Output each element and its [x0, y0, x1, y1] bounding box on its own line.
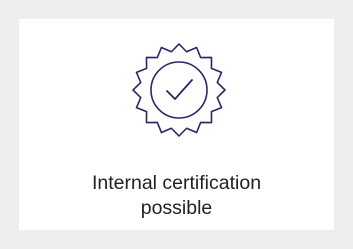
certificate-badge-icon	[129, 40, 229, 140]
caption-line-1: Internal certification	[91, 172, 262, 194]
checkmark-icon	[166, 79, 193, 100]
certificate-badge-icon-graphic	[132, 43, 226, 137]
rosette-outline	[132, 43, 226, 137]
feature-card: Internal certification possible	[19, 19, 334, 230]
page-background: Internal certification possible	[0, 0, 353, 249]
badge-inner-circle	[150, 61, 208, 119]
caption-line-2: possible	[140, 197, 213, 219]
card-caption: Internal certification possible	[19, 171, 334, 221]
